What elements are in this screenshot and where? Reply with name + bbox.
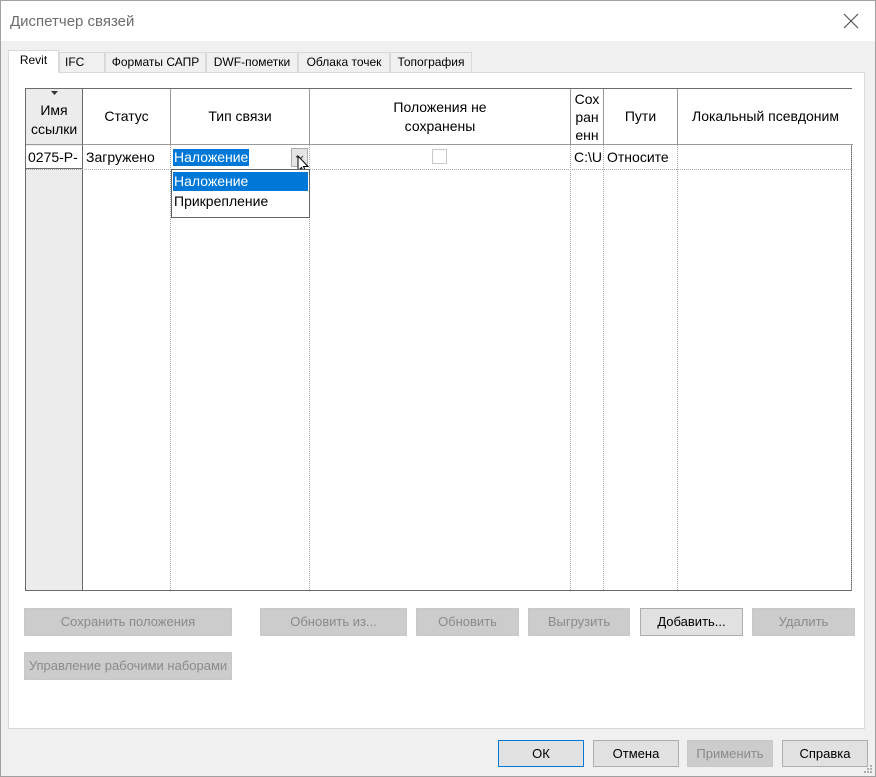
window-title: Диспетчер связей [10,13,135,30]
tab-point-clouds[interactable]: Облака точек [298,52,390,72]
close-icon [843,13,859,29]
column-header-status[interactable]: Статус [83,89,171,145]
reload-from-button[interactable]: Обновить из... [260,608,407,636]
cell-link-name[interactable]: 0275-P- [26,146,82,169]
ok-button[interactable]: ОК [498,740,584,767]
column-header-path-type-label: Пути [624,108,657,124]
column-separator [603,145,604,590]
title-bar: Диспетчер связей [1,1,875,41]
dropdown-option-overlay[interactable]: Наложение [173,172,308,191]
column-header-status-label: Статус [104,108,149,124]
column-header-path-type[interactable]: Пути [604,89,678,145]
column-header-local-alias[interactable]: Локальный псевдоним [678,89,853,145]
cancel-button[interactable]: Отмена [593,740,679,767]
column-header-positions[interactable]: Положения не сохранены [310,89,571,145]
apply-button[interactable]: Применить [687,740,773,767]
sort-arrow-icon [51,91,58,95]
column-header-link-type-label: Тип связи [208,108,272,124]
column-separator [677,145,678,590]
column-header-saved-path[interactable]: Сох ран енн [571,89,604,145]
reload-button[interactable]: Обновить [416,608,519,636]
links-table: Имя ссылки Статус Тип связи Положения не… [25,88,853,591]
link-type-combobox[interactable]: Наложение [172,146,310,174]
row-divider [26,169,851,170]
column-header-local-alias-label: Локальный псевдоним [692,108,839,124]
add-button[interactable]: Добавить... [640,608,743,636]
link-manager-dialog: Диспетчер связей Revit IFC Форматы САПР … [0,0,876,777]
tab-topography[interactable]: Топография [390,52,472,72]
positions-not-saved-checkbox[interactable] [432,149,447,164]
column-separator [851,145,852,590]
cell-status: Загружено [86,149,155,165]
column-separator [570,145,571,590]
cell-path-type[interactable]: Относите [605,146,677,169]
link-type-dropdown-list: Наложение Прикрепление [171,169,310,218]
tab-dwf-markups[interactable]: DWF-пометки [206,52,298,72]
column-header-saved-path-label: Сох ран енн [574,91,600,143]
save-positions-button[interactable]: Сохранить положения [24,608,232,636]
tab-ifc[interactable]: IFC [59,52,105,72]
resize-grip-icon[interactable] [863,764,873,774]
link-type-selected-value: Наложение [173,149,250,166]
tab-revit[interactable]: Revit [8,50,59,73]
column-header-name[interactable]: Имя ссылки [26,89,83,145]
tab-cad-formats[interactable]: Форматы САПР [105,52,206,72]
help-button[interactable]: Справка [782,740,868,767]
cell-saved-path: C:\U [574,149,602,165]
column-header-link-type[interactable]: Тип связи [171,89,310,145]
manage-worksets-button[interactable]: Управление рабочими наборами [24,652,232,680]
column-header-name-label: Имя ссылки [31,101,78,137]
remove-button[interactable]: Удалить [752,608,855,636]
close-button[interactable] [841,11,861,31]
column-header-positions-label: Положения не сохранены [393,98,487,134]
unload-button[interactable]: Выгрузить [528,608,630,636]
dropdown-option-attachment[interactable]: Прикрепление [173,192,308,211]
